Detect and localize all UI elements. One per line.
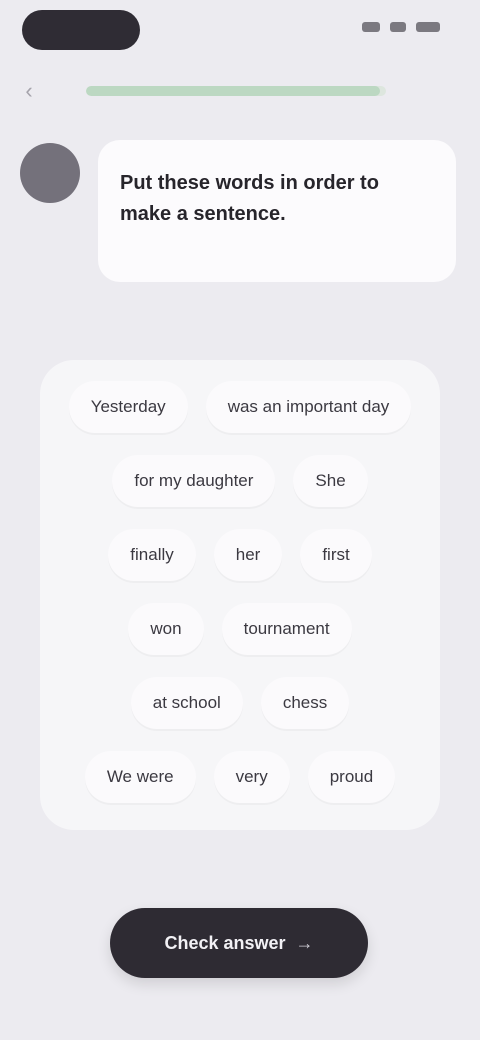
- word-row: for my daughter She: [40, 444, 440, 518]
- status-icons: [362, 22, 440, 32]
- word-bank: Yesterday was an important day for my da…: [40, 360, 440, 830]
- prompt-bubble: Put these words in order to make a sente…: [98, 140, 456, 282]
- lesson-progress-fill: [86, 86, 380, 96]
- word-chip[interactable]: won: [128, 603, 204, 655]
- word-row: finally her first: [40, 518, 440, 592]
- word-chip[interactable]: her: [213, 529, 283, 581]
- word-chip[interactable]: proud: [307, 751, 396, 803]
- back-button[interactable]: ‹: [14, 76, 44, 106]
- word-chip[interactable]: chess: [260, 677, 350, 729]
- word-row: won tournament: [40, 592, 440, 666]
- word-chip[interactable]: tournament: [221, 603, 352, 655]
- chevron-left-icon: ‹: [25, 78, 33, 103]
- word-chip[interactable]: first: [300, 529, 372, 581]
- word-chip[interactable]: Yesterday: [68, 381, 188, 433]
- word-chip[interactable]: finally: [108, 529, 196, 581]
- battery-icon: [416, 22, 440, 32]
- word-row: at school chess: [40, 666, 440, 740]
- status-bar: [0, 0, 480, 60]
- prompt-text: Put these words in order to make a sente…: [120, 172, 379, 225]
- word-chip[interactable]: for my daughter: [112, 455, 276, 507]
- word-chip[interactable]: We were: [84, 751, 196, 803]
- word-chip[interactable]: at school: [130, 677, 243, 729]
- word-chip[interactable]: She: [293, 455, 368, 507]
- wifi-icon: [390, 22, 406, 32]
- word-row: Yesterday was an important day: [40, 370, 440, 444]
- word-chip[interactable]: was an important day: [205, 381, 412, 433]
- status-time-pill: [22, 10, 140, 50]
- signal-icon: [362, 22, 380, 32]
- arrow-right-icon: →: [295, 932, 314, 953]
- lesson-header: ‹: [0, 70, 480, 120]
- check-answer-label: Check answer: [164, 932, 286, 953]
- check-answer-button[interactable]: Check answer →: [110, 908, 368, 978]
- lesson-progress-bar: [86, 86, 386, 96]
- word-row: We were very proud: [40, 740, 440, 814]
- tutor-avatar: [20, 143, 80, 203]
- word-chip[interactable]: very: [213, 751, 290, 803]
